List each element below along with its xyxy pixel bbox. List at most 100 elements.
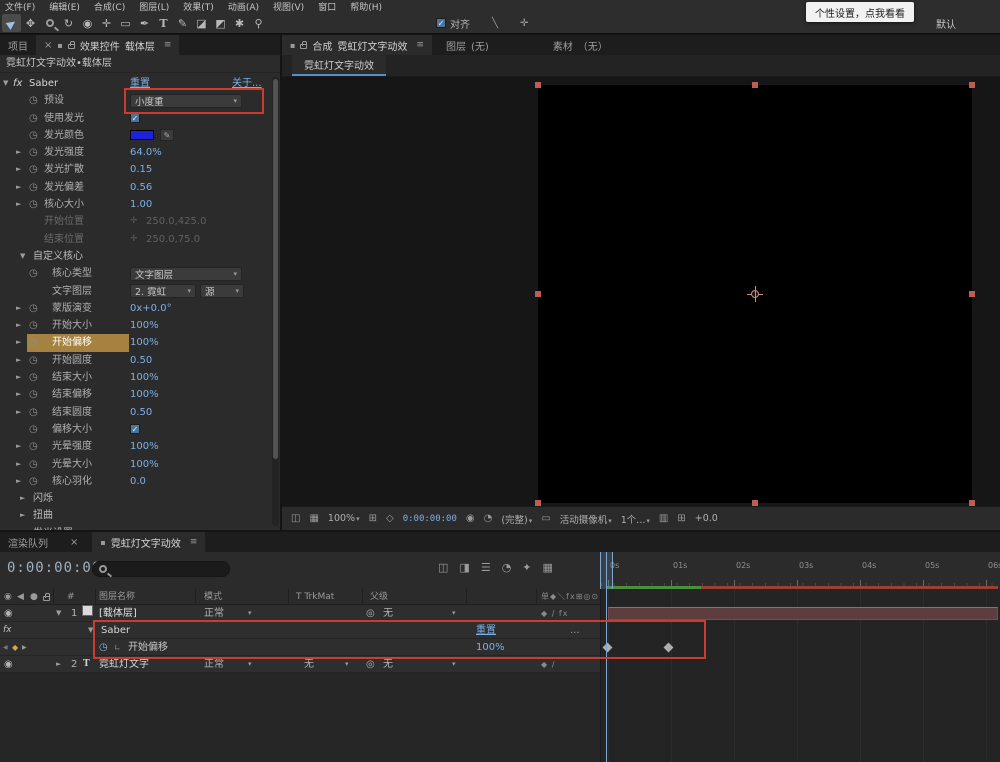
trkmat-select[interactable]: 无: [304, 656, 314, 673]
close-icon[interactable]: ×: [44, 40, 52, 51]
eye-icon[interactable]: ◉: [4, 589, 12, 605]
close-icon[interactable]: ×: [70, 537, 78, 548]
twirl-icon[interactable]: ►: [16, 144, 21, 161]
stopwatch-icon[interactable]: ◷: [29, 456, 38, 473]
puppet-pin-tool[interactable]: ⚲: [249, 14, 268, 32]
composition-frame[interactable]: [538, 85, 972, 503]
keyframe[interactable]: [664, 643, 674, 653]
layer1-duration-bar[interactable]: [608, 607, 998, 620]
rotation-tool[interactable]: ↻: [59, 14, 78, 32]
property-value[interactable]: 100%: [130, 334, 159, 351]
crosshair-icon[interactable]: ✛: [520, 18, 528, 29]
stopwatch-icon[interactable]: ◷: [99, 639, 108, 656]
property-label[interactable]: 开始偏移: [128, 639, 168, 656]
twirl-icon[interactable]: ▼: [88, 622, 93, 639]
column-mode[interactable]: 模式: [204, 589, 222, 605]
time-ruler[interactable]: 0s 01s 02s 03s 04s 05s 06s: [600, 552, 1000, 586]
selection-tool[interactable]: ▶: [2, 14, 21, 32]
effect-property-row[interactable]: ► ◷ 开始圆度 0.50: [0, 352, 271, 369]
twirl-icon[interactable]: ►: [20, 525, 25, 530]
search-input[interactable]: [111, 564, 211, 574]
tab-composition[interactable]: ▪ 合成 霓虹灯文字动效 ≡: [282, 35, 432, 55]
stopwatch-icon[interactable]: ◷: [29, 127, 38, 144]
pen-tool[interactable]: ✒: [135, 14, 154, 32]
draft-3d-icon[interactable]: ◨: [459, 561, 469, 574]
menu-window[interactable]: 窗口: [318, 0, 336, 13]
region-of-interest-icon[interactable]: ▭: [541, 513, 550, 524]
motion-blur-icon[interactable]: ✦: [522, 561, 531, 574]
audio-icon[interactable]: ◀: [17, 589, 24, 605]
property-value[interactable]: 0.56: [130, 179, 152, 196]
twirl-icon[interactable]: ►: [16, 473, 21, 490]
tab-render-queue[interactable]: 渲染队列: [0, 532, 56, 552]
twirl-icon[interactable]: ▼: [56, 605, 61, 622]
about-link[interactable]: 关于...: [232, 75, 262, 92]
frame-blending-icon[interactable]: ◔: [502, 561, 512, 574]
layer-row-1[interactable]: ◉ ▼ 1 [载体层] 正常 ▾ ◎ 无 ▾ ◆ ∕ fx: [0, 605, 600, 622]
text-layer-dropdown[interactable]: 2. 霓虹▾: [130, 284, 196, 298]
tab-layer[interactable]: 图层 (无): [438, 35, 497, 55]
brush-tool[interactable]: ✎: [173, 14, 192, 32]
twirl-icon[interactable]: ►: [16, 179, 21, 196]
property-value[interactable]: 100%: [130, 386, 159, 403]
fx-badge-icon[interactable]: fx: [3, 622, 12, 639]
transform-handle[interactable]: [969, 291, 975, 297]
stopwatch-icon[interactable]: ◷: [29, 386, 38, 403]
tab-project[interactable]: 项目: [0, 35, 36, 55]
pan-behind-tool[interactable]: ✛: [97, 14, 116, 32]
stopwatch-icon[interactable]: ◷: [29, 92, 38, 109]
take-snapshot-icon[interactable]: ◉: [466, 513, 475, 524]
twirl-icon[interactable]: ►: [56, 656, 61, 673]
graph-toggle-icon[interactable]: ∟: [114, 639, 121, 656]
stopwatch-icon[interactable]: ◷: [29, 473, 38, 490]
composition-viewer[interactable]: [282, 77, 1000, 506]
property-value[interactable]: 1.00: [130, 196, 152, 213]
menu-view[interactable]: 视图(V): [273, 0, 304, 13]
effect-property-row[interactable]: ◷ 使用发光 ✓: [0, 110, 271, 127]
twirl-icon[interactable]: ►: [16, 196, 21, 213]
twirl-icon[interactable]: ►: [16, 369, 21, 386]
pickwhip-icon[interactable]: ◎: [366, 605, 375, 622]
stopwatch-icon[interactable]: ◷: [29, 317, 38, 334]
twirl-icon[interactable]: ►: [16, 386, 21, 403]
effect-property-row[interactable]: ◷ 偏移大小 ✓: [0, 421, 271, 438]
tab-effect-controls[interactable]: × ▪ 效果控件 载体层 ≡: [36, 35, 179, 55]
effect-property-row[interactable]: ► ◷ 结束圆度 0.50: [0, 404, 271, 421]
effect-property-row[interactable]: ► ◷ 结束大小 100%: [0, 369, 271, 386]
unified-camera-tool[interactable]: ◉: [78, 14, 97, 32]
current-keyframe-icon[interactable]: ◆: [12, 639, 18, 656]
reset-link[interactable]: 重置: [476, 622, 496, 639]
eye-icon[interactable]: ◉: [4, 656, 13, 673]
menu-animation[interactable]: 动画(A): [228, 0, 259, 13]
eye-icon[interactable]: ◉: [4, 605, 13, 622]
effect-property-row[interactable]: ► ◷ 发光偏差 0.56: [0, 179, 271, 196]
property-value[interactable]: 64.0%: [130, 144, 162, 161]
transform-handle[interactable]: [752, 82, 758, 88]
property-value[interactable]: 100%: [476, 639, 505, 656]
glow-color-swatch[interactable]: [130, 130, 154, 140]
effect-property-row[interactable]: ◷ 核心类型 文字图层▾: [0, 265, 271, 282]
clone-stamp-tool[interactable]: ◪: [192, 14, 211, 32]
layer-color-chip[interactable]: [82, 605, 93, 616]
layer-switches[interactable]: ◆ ∕ fx: [541, 605, 568, 622]
twirl-icon[interactable]: ▼: [3, 75, 8, 92]
stopwatch-icon[interactable]: ◷: [29, 300, 38, 317]
effect-property-row[interactable]: 文字图层 2. 霓虹▾ 源▾: [0, 283, 271, 300]
property-value[interactable]: 100%: [130, 369, 159, 386]
view-layout-select[interactable]: 1个...▾: [621, 512, 650, 526]
offset-size-checkbox[interactable]: ✓: [130, 424, 140, 434]
effect-property-row[interactable]: ► ◷ 结束偏移 100%: [0, 386, 271, 403]
property-value[interactable]: 0x+0.0°: [130, 300, 172, 317]
next-keyframe-icon[interactable]: ▶: [22, 639, 27, 656]
menu-layer[interactable]: 图层(L): [139, 0, 169, 13]
enable-glow-checkbox[interactable]: ✓: [130, 113, 140, 123]
stopwatch-icon[interactable]: ◷: [29, 265, 38, 282]
effect-property-row[interactable]: 结束位置 ✛ 250.0,75.0: [0, 231, 271, 248]
effect-property-row[interactable]: ► ◷ 开始大小 100%: [0, 317, 271, 334]
scrollbar[interactable]: [272, 77, 279, 526]
layer-name[interactable]: [载体层]: [99, 605, 137, 622]
tab-timeline-comp[interactable]: ▪ 霓虹灯文字动效 ≡: [92, 532, 205, 552]
panel-menu-icon[interactable]: ≡: [164, 40, 172, 50]
menu-composition[interactable]: 合成(C): [94, 0, 125, 13]
more-options[interactable]: ...: [570, 622, 580, 639]
